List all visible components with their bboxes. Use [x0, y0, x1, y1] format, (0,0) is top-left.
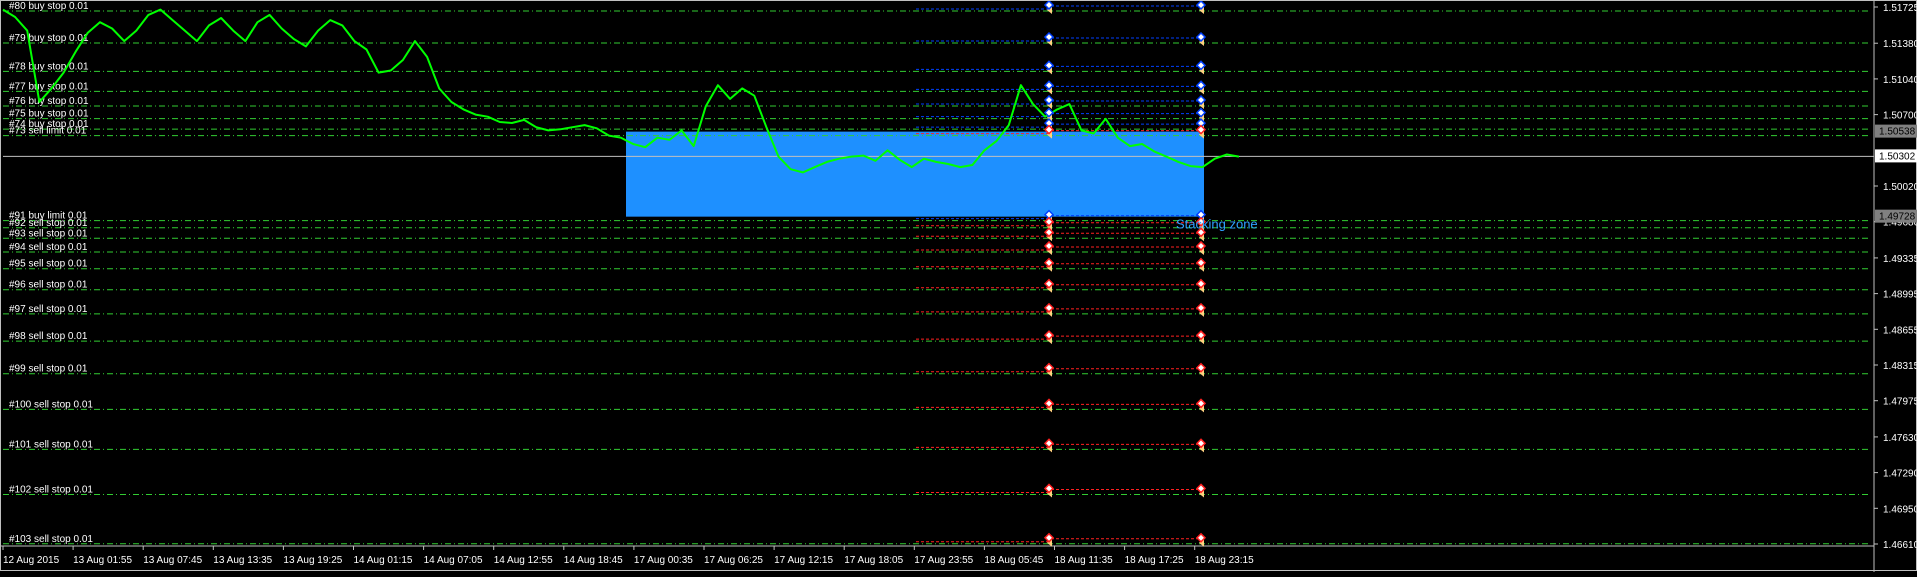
- order-label[interactable]: #96 sell stop 0.01: [9, 280, 88, 291]
- time-tick-label: 18 Aug 05:45: [984, 555, 1043, 566]
- time-tick-label: 13 Aug 19:25: [283, 555, 342, 566]
- time-tick-label: 14 Aug 12:55: [494, 555, 553, 566]
- order-label[interactable]: #73 sell limit 0.01: [9, 126, 87, 137]
- order-label[interactable]: #101 sell stop 0.01: [9, 439, 93, 450]
- price-tick-label: 1.46610: [1883, 540, 1917, 551]
- price-tick-label: 1.48995: [1883, 290, 1917, 301]
- time-tick-label: 17 Aug 06:25: [704, 555, 763, 566]
- order-label[interactable]: #98 sell stop 0.01: [9, 331, 88, 342]
- stacking-zone[interactable]: [626, 131, 1204, 217]
- price-tick-label: 1.50020: [1883, 182, 1917, 193]
- time-tick-label: 14 Aug 01:15: [354, 555, 413, 566]
- order-label[interactable]: #78 buy stop 0.01: [9, 61, 89, 72]
- zone-top-price-label: 1.50538: [1879, 127, 1916, 138]
- time-tick-label: 14 Aug 18:45: [564, 555, 623, 566]
- price-tick-label: 1.47975: [1883, 397, 1917, 408]
- time-tick-label: 17 Aug 00:35: [634, 555, 693, 566]
- order-label[interactable]: #93 sell stop 0.01: [9, 228, 88, 239]
- price-tick-label: 1.51040: [1883, 75, 1917, 86]
- time-tick-label: 17 Aug 12:15: [774, 555, 833, 566]
- time-tick-label: 13 Aug 13:35: [213, 555, 272, 566]
- zone-bottom-price-label: 1.49728: [1879, 212, 1916, 223]
- price-tick-label: 1.46950: [1883, 504, 1917, 515]
- time-tick-label: 13 Aug 01:55: [73, 555, 132, 566]
- time-tick-label: 13 Aug 07:45: [143, 555, 202, 566]
- order-label[interactable]: #92 sell stop 0.01: [9, 218, 88, 229]
- time-tick-label: 18 Aug 11:35: [1055, 555, 1114, 566]
- order-label[interactable]: #100 sell stop 0.01: [9, 399, 93, 410]
- time-tick-label: 17 Aug 23:55: [914, 555, 973, 566]
- order-label[interactable]: #80 buy stop 0.01: [9, 1, 89, 12]
- price-tick-label: 1.48655: [1883, 325, 1917, 336]
- order-label[interactable]: #95 sell stop 0.01: [9, 259, 88, 270]
- price-tick-label: 1.51725: [1883, 3, 1917, 14]
- order-label[interactable]: #79 buy stop 0.01: [9, 33, 89, 44]
- chart-canvas[interactable]: #80 buy stop 0.01 #79 buy stop 0.01 #78 bu…: [1, 0, 1917, 572]
- order-label[interactable]: #99 sell stop 0.01: [9, 364, 88, 375]
- time-tick-label: 18 Aug 23:15: [1195, 555, 1254, 566]
- order-label[interactable]: #103 sell stop 0.01: [9, 534, 93, 545]
- time-tick-label: 17 Aug 18:05: [844, 555, 903, 566]
- price-tick-label: 1.50700: [1883, 111, 1917, 122]
- order-label[interactable]: #75 buy stop 0.01: [9, 109, 89, 120]
- time-tick-label: 14 Aug 07:05: [424, 555, 483, 566]
- current-price-label: 1.50302: [1879, 151, 1916, 162]
- price-tick-label: 1.51380: [1883, 39, 1917, 50]
- price-chart[interactable]: #80 buy stop 0.01 #79 buy stop 0.01 #78 bu…: [0, 0, 1917, 572]
- price-tick-label: 1.48315: [1883, 361, 1917, 372]
- order-label[interactable]: #97 sell stop 0.01: [9, 304, 88, 315]
- order-label[interactable]: #94 sell stop 0.01: [9, 242, 88, 253]
- price-tick-label: 1.47630: [1883, 433, 1917, 444]
- price-tick-label: 1.49335: [1883, 254, 1917, 265]
- time-tick-label: 18 Aug 17:25: [1125, 555, 1184, 566]
- stacking-zone-label: Stacking zone: [1176, 217, 1258, 232]
- price-tick-label: 1.47290: [1883, 469, 1917, 480]
- time-tick-label: 12 Aug 2015: [3, 555, 60, 566]
- order-label[interactable]: #102 sell stop 0.01: [9, 484, 93, 495]
- order-label[interactable]: #76 buy stop 0.01: [9, 96, 89, 107]
